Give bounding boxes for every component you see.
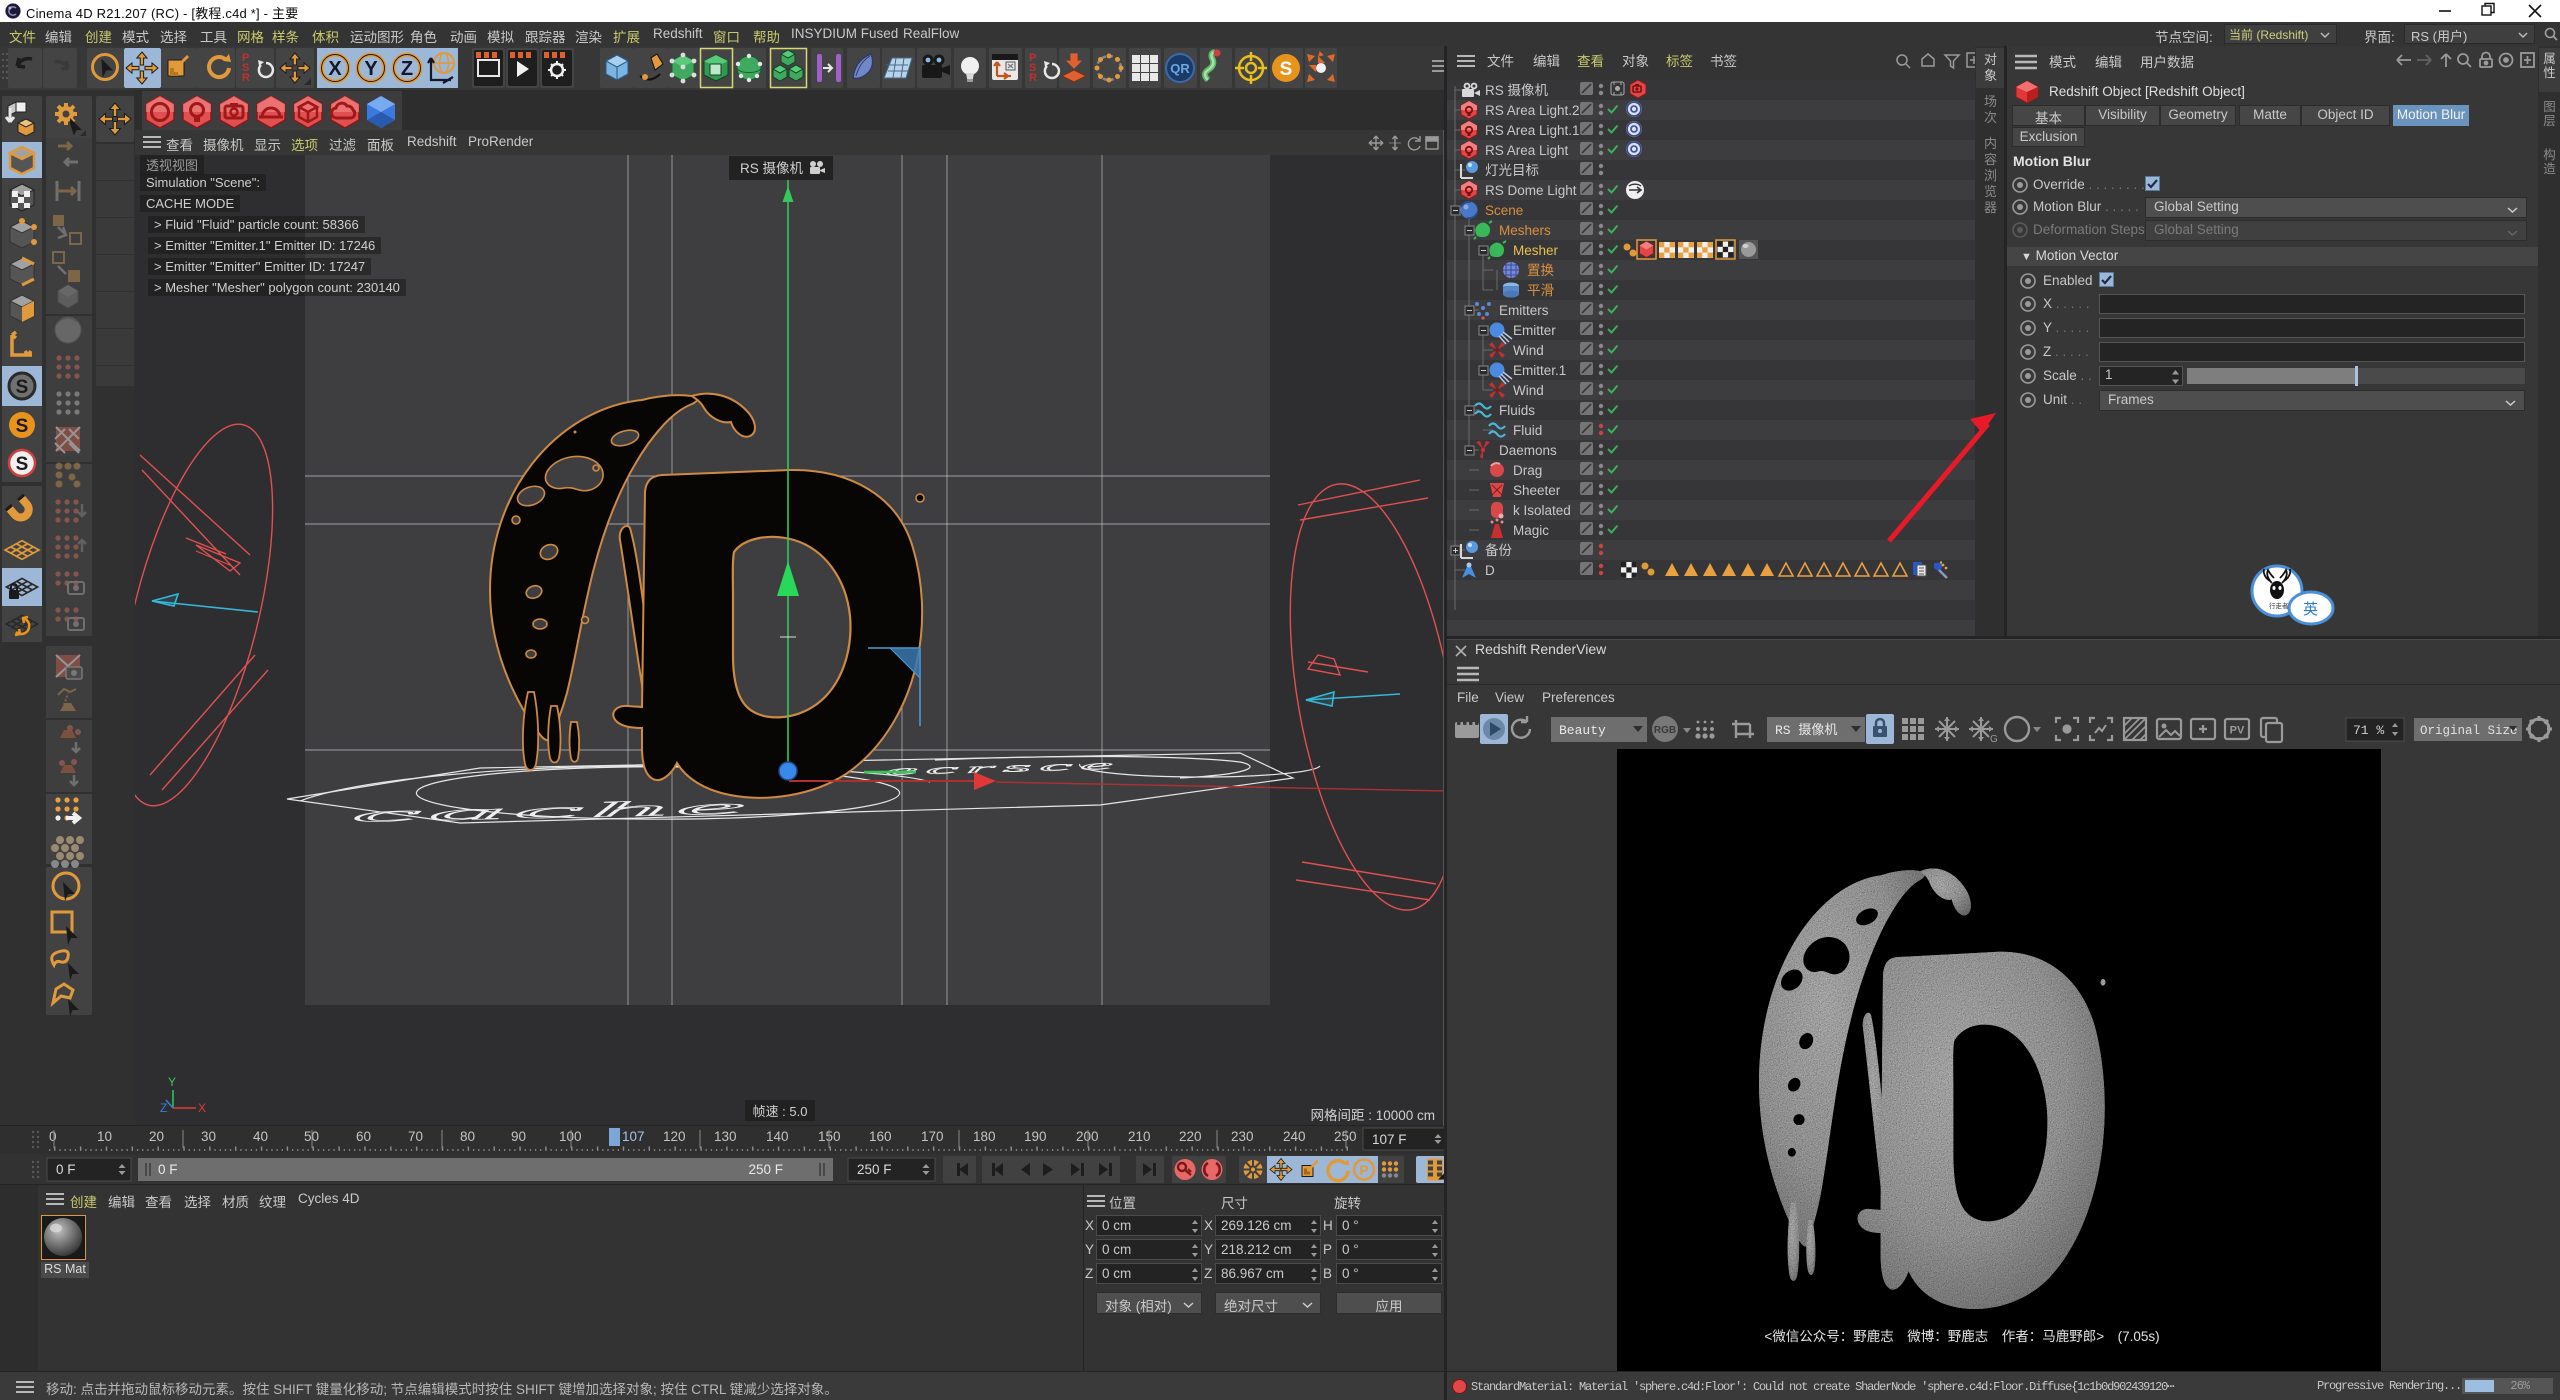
svg-text:P: P	[1359, 1162, 1368, 1178]
svg-text:Daemons: Daemons	[1499, 443, 1557, 458]
svg-text:内: 内	[1984, 136, 1997, 151]
svg-text:场: 场	[1984, 94, 1997, 109]
svg-text:Scene: Scene	[1485, 203, 1523, 218]
svg-text:210: 210	[1128, 1129, 1151, 1144]
svg-text:R: R	[1029, 72, 1037, 84]
svg-text:D: D	[1485, 563, 1495, 578]
svg-text:文件: 文件	[1487, 54, 1514, 69]
svg-text:PV: PV	[2230, 725, 2245, 737]
svg-text:Original Size: Original Size	[2420, 724, 2518, 738]
svg-text:170: 170	[921, 1129, 944, 1144]
svg-text:X: X	[198, 1101, 206, 1115]
svg-text:0 F: 0 F	[56, 1162, 76, 1177]
svg-text:0 F: 0 F	[158, 1162, 178, 1177]
svg-text:标签: 标签	[1666, 53, 1694, 69]
svg-text:查看: 查看	[1577, 54, 1604, 69]
svg-text:40: 40	[253, 1129, 268, 1144]
svg-text:次: 次	[1984, 110, 1997, 125]
svg-text:Mesher: Mesher	[1513, 243, 1559, 258]
svg-text:置换: 置换	[1527, 263, 1555, 278]
svg-text:览: 览	[1984, 184, 1997, 199]
svg-text:Emitter: Emitter	[1513, 323, 1556, 338]
svg-text:RS 摄像机: RS 摄像机	[1775, 723, 1837, 738]
svg-text:250: 250	[1334, 1129, 1357, 1144]
svg-text:X: X	[328, 58, 342, 80]
svg-text:250 F: 250 F	[748, 1162, 783, 1177]
svg-text:灯光目标: 灯光目标	[1485, 163, 1539, 178]
svg-text:250 F: 250 F	[857, 1162, 892, 1177]
svg-text:220: 220	[1179, 1129, 1202, 1144]
svg-text:Fluids: Fluids	[1499, 403, 1535, 418]
svg-text:RS Dome Light: RS Dome Light	[1485, 183, 1577, 198]
svg-text:Fluid: Fluid	[1513, 423, 1542, 438]
svg-text:90: 90	[511, 1129, 526, 1144]
svg-text:容: 容	[1984, 152, 1997, 167]
svg-text:RS Area Light.1: RS Area Light.1	[1485, 123, 1580, 138]
svg-text:书签: 书签	[1710, 53, 1738, 69]
svg-text:QR: QR	[1170, 61, 1190, 76]
svg-text:80: 80	[460, 1129, 475, 1144]
svg-text:140: 140	[766, 1129, 789, 1144]
svg-text:71 %: 71 %	[2353, 723, 2384, 738]
svg-text:70: 70	[408, 1129, 423, 1144]
svg-text:S: S	[16, 377, 29, 398]
svg-text:RS 摄像机: RS 摄像机	[1485, 83, 1549, 98]
svg-text:Emitter.1: Emitter.1	[1513, 363, 1566, 378]
svg-text:Wind: Wind	[1513, 343, 1544, 358]
svg-text:107: 107	[622, 1129, 645, 1144]
svg-text:RS Area Light: RS Area Light	[1485, 143, 1569, 158]
svg-text:Y: Y	[364, 58, 378, 80]
svg-text:Z: Z	[401, 58, 413, 80]
svg-text:G: G	[1990, 734, 1998, 745]
svg-text:象: 象	[1984, 68, 1997, 83]
svg-text:160: 160	[869, 1129, 892, 1144]
svg-text:120: 120	[663, 1129, 686, 1144]
svg-text:RS 摄像机: RS 摄像机	[740, 161, 804, 176]
svg-text:20: 20	[149, 1129, 164, 1144]
svg-text:190: 190	[1024, 1129, 1047, 1144]
svg-text:RGB: RGB	[1654, 725, 1676, 736]
svg-text:对: 对	[1984, 52, 1997, 67]
svg-text:k Isolated: k Isolated	[1513, 503, 1571, 518]
svg-text:Sheeter: Sheeter	[1513, 483, 1561, 498]
svg-text:Wind: Wind	[1513, 383, 1544, 398]
svg-text:30: 30	[201, 1129, 216, 1144]
svg-text:英: 英	[2303, 600, 2318, 618]
svg-text:S: S	[16, 416, 29, 437]
svg-text:Beauty: Beauty	[1559, 723, 1606, 738]
svg-text:100: 100	[559, 1129, 582, 1144]
svg-text:Emitters: Emitters	[1499, 303, 1549, 318]
svg-text:<微信公众号：野鹿志 微博：野鹿志 作者：马鹿野郎> (7.: <微信公众号：野鹿志 微博：野鹿志 作者：马鹿野郎> (7.05s)	[1764, 1328, 2159, 1344]
svg-text:200: 200	[1076, 1129, 1099, 1144]
svg-text:备份: 备份	[1485, 542, 1513, 558]
svg-text:107 F: 107 F	[1372, 1132, 1407, 1147]
svg-text:RS Area Light.2: RS Area Light.2	[1485, 103, 1580, 118]
svg-text:Z: Z	[160, 1101, 167, 1115]
svg-text:R: R	[242, 72, 250, 84]
svg-text:平滑: 平滑	[1527, 283, 1554, 298]
svg-text:Magic: Magic	[1513, 523, 1549, 538]
svg-text:230: 230	[1231, 1129, 1254, 1144]
svg-text:S: S	[1280, 59, 1293, 80]
svg-text:Meshers: Meshers	[1499, 223, 1551, 238]
svg-text:60: 60	[356, 1129, 371, 1144]
svg-text:130: 130	[714, 1129, 737, 1144]
svg-text:行走者: 行走者	[2269, 601, 2289, 610]
svg-text:器: 器	[1984, 200, 1997, 215]
svg-text:180: 180	[973, 1129, 996, 1144]
svg-text:编辑: 编辑	[1533, 54, 1560, 69]
svg-text:0: 0	[49, 1129, 57, 1144]
svg-text:Y: Y	[168, 1075, 176, 1089]
svg-text:240: 240	[1283, 1129, 1306, 1144]
svg-text:浏: 浏	[1984, 168, 1997, 183]
svg-text:S: S	[16, 454, 29, 475]
svg-text:对象: 对象	[1622, 54, 1649, 69]
svg-text:10: 10	[97, 1129, 112, 1144]
svg-text:Drag: Drag	[1513, 463, 1542, 478]
